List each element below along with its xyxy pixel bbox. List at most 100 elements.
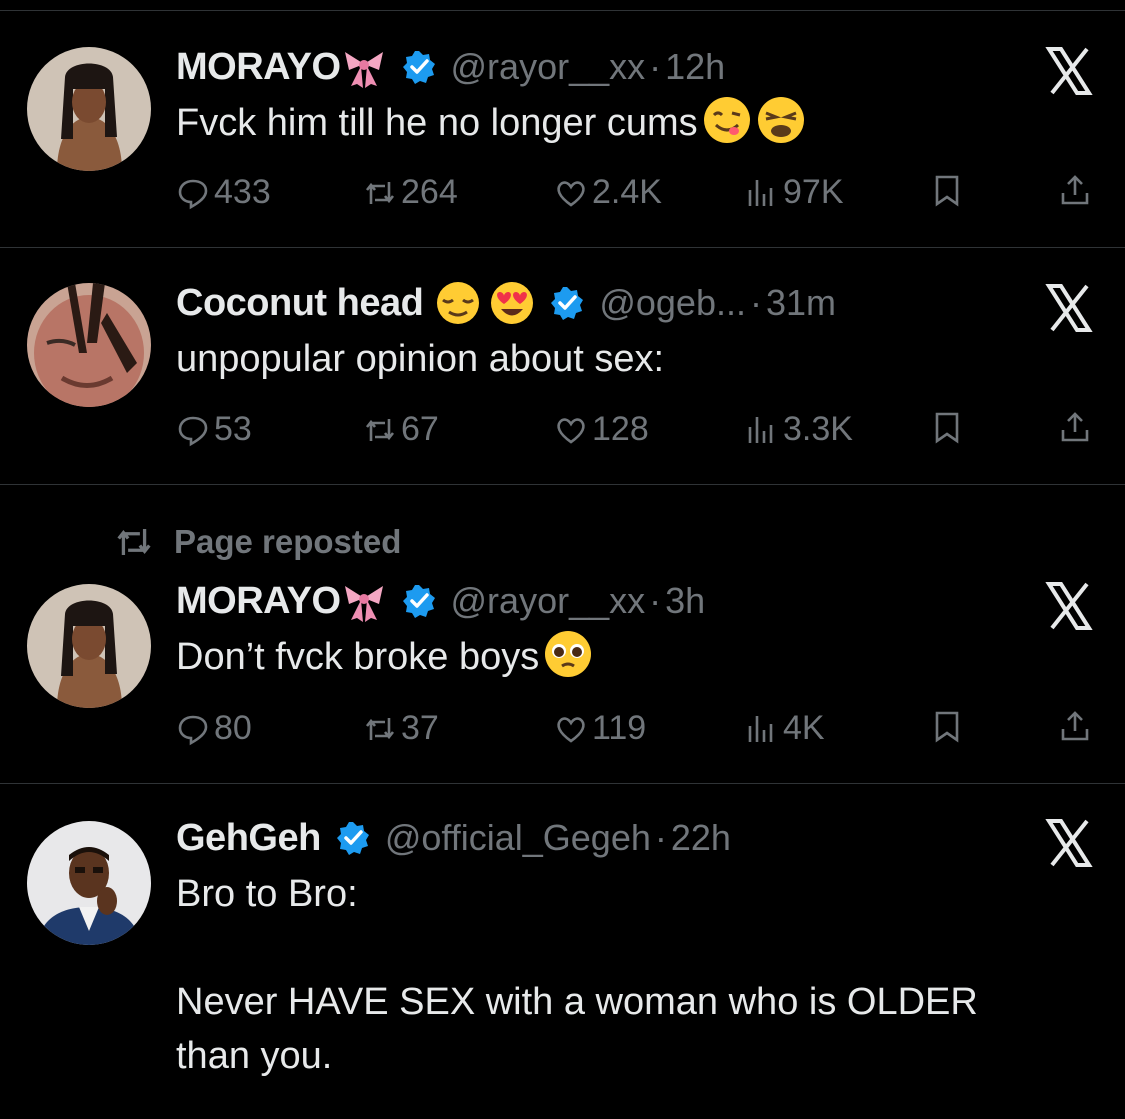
repost-icon xyxy=(117,529,151,555)
tweet-header: Coconut head @ogeb... · 31m xyxy=(176,278,836,328)
action-bar: 80 37 119 4K xyxy=(0,709,1125,755)
views-count: 97K xyxy=(783,173,844,211)
verified-badge-icon[interactable] xyxy=(335,820,371,856)
display-name[interactable]: GehGeh xyxy=(176,817,321,860)
x-logo-icon xyxy=(1043,282,1095,334)
handle[interactable]: @official_Gegeh xyxy=(385,817,651,859)
repost-icon xyxy=(365,181,395,204)
tweet-3[interactable]: Page reposted MORAYO @rayor__xx · 3h Don… xyxy=(0,485,1125,784)
repost-button[interactable]: 264 xyxy=(363,173,458,212)
handle[interactable]: @ogeb... xyxy=(599,282,746,324)
verified-badge-icon[interactable] xyxy=(549,285,585,321)
reply-count: 53 xyxy=(214,410,252,448)
like-button[interactable]: 2.4K xyxy=(554,173,662,212)
bookmark-icon xyxy=(935,175,959,207)
display-name[interactable]: MORAYO xyxy=(176,46,341,89)
reply-icon xyxy=(178,416,208,446)
tweet-text-line-1: Bro to Bro: xyxy=(176,873,358,915)
separator-dot: · xyxy=(649,46,662,87)
heart-icon xyxy=(557,180,585,207)
heart-icon xyxy=(557,716,585,743)
relieved-face-emoji xyxy=(435,280,481,326)
share-button[interactable] xyxy=(1058,410,1092,444)
reply-icon xyxy=(178,715,208,745)
views-icon xyxy=(748,715,773,742)
tweet-text-content: Don’t fvck broke boys xyxy=(176,636,540,678)
share-icon xyxy=(1061,175,1089,205)
handle[interactable]: @rayor__xx xyxy=(451,46,646,88)
reply-button[interactable]: 433 xyxy=(176,173,271,212)
reply-count: 80 xyxy=(214,709,252,747)
reply-count: 433 xyxy=(214,173,271,211)
ribbon-emoji xyxy=(341,44,387,90)
verified-badge-icon[interactable] xyxy=(401,583,437,619)
tweet-header: GehGeh @official_Gegeh · 22h xyxy=(176,813,731,863)
views-count: 3.3K xyxy=(783,410,853,448)
x-logo-icon xyxy=(1043,580,1095,632)
x-logo-icon xyxy=(1043,817,1095,869)
tweet-2[interactable]: Coconut head @ogeb... · 31m unpopular op… xyxy=(0,248,1125,485)
avatar[interactable] xyxy=(27,584,151,708)
avatar[interactable] xyxy=(27,47,151,171)
action-bar: 53 67 128 3.3K xyxy=(0,410,1125,456)
repost-count: 264 xyxy=(401,173,458,211)
face-savoring-food-emoji xyxy=(702,95,752,145)
like-button[interactable]: 128 xyxy=(554,410,649,449)
bookmark-button[interactable] xyxy=(930,709,964,743)
ribbon-emoji xyxy=(341,578,387,624)
tweet-header: MORAYO @rayor__xx · 12h xyxy=(176,42,725,92)
tweet-header: MORAYO @rayor__xx · 3h xyxy=(176,576,705,626)
bookmark-icon xyxy=(935,711,959,743)
like-count: 128 xyxy=(592,410,649,448)
display-name[interactable]: MORAYO xyxy=(176,580,341,623)
repost-icon xyxy=(365,717,395,740)
share-icon xyxy=(1061,711,1089,741)
views-icon xyxy=(748,416,773,443)
separator-dot: · xyxy=(749,282,762,323)
repost-context-label: Page reposted xyxy=(174,523,402,560)
bookmark-button[interactable] xyxy=(930,173,964,207)
tweet-text: unpopular opinion about sex: xyxy=(176,331,664,387)
bookmark-button[interactable] xyxy=(930,410,964,444)
tweet-text: Fvck him till he no longer cums xyxy=(176,95,806,151)
timestamp[interactable]: 3h xyxy=(665,580,705,622)
share-button[interactable] xyxy=(1058,709,1092,743)
views-button[interactable]: 97K xyxy=(745,173,844,212)
heart-eyes-emoji xyxy=(489,280,535,326)
repost-button[interactable]: 67 xyxy=(363,410,439,449)
repost-count: 37 xyxy=(401,709,439,747)
heart-icon xyxy=(557,417,585,444)
tweet-1[interactable]: MORAYO @rayor__xx · 12h Fvck him till he… xyxy=(0,11,1125,248)
separator-dot: · xyxy=(654,817,667,858)
display-name[interactable]: Coconut head xyxy=(176,282,424,325)
handle[interactable]: @rayor__xx xyxy=(451,580,646,622)
share-button[interactable] xyxy=(1058,173,1092,207)
repost-button[interactable]: 37 xyxy=(363,709,439,748)
repost-context[interactable]: Page reposted xyxy=(114,522,401,562)
like-count: 2.4K xyxy=(592,173,662,211)
reply-button[interactable]: 53 xyxy=(176,410,252,449)
like-button[interactable]: 119 xyxy=(554,709,646,748)
like-count: 119 xyxy=(592,709,647,747)
x-logo-icon xyxy=(1043,45,1095,97)
views-button[interactable]: 4K xyxy=(745,709,825,748)
verified-badge-icon[interactable] xyxy=(401,49,437,85)
timestamp[interactable]: 31m xyxy=(766,282,836,324)
separator-dot: · xyxy=(649,580,662,621)
timestamp[interactable]: 12h xyxy=(665,46,725,88)
reply-button[interactable]: 80 xyxy=(176,709,252,748)
share-icon xyxy=(1061,412,1089,442)
tweet-text-content: unpopular opinion about sex: xyxy=(176,338,665,380)
tweet-text-line-2: Never HAVE SEX with a woman who is OLDER xyxy=(176,981,978,1023)
pleading-face-emoji xyxy=(543,629,593,679)
tweet-4[interactable]: GehGeh @official_Gegeh · 22h Bro to Bro:… xyxy=(0,784,1125,1119)
avatar[interactable] xyxy=(27,821,151,945)
action-bar: 433 264 2.4K 97K xyxy=(0,173,1125,219)
views-icon xyxy=(748,179,773,206)
weary-face-emoji xyxy=(756,95,806,145)
views-count: 4K xyxy=(783,709,825,747)
timestamp[interactable]: 22h xyxy=(671,817,731,859)
avatar[interactable] xyxy=(27,283,151,407)
views-button[interactable]: 3.3K xyxy=(745,410,853,449)
tweet-text-content: Fvck him till he no longer cums xyxy=(176,102,698,144)
